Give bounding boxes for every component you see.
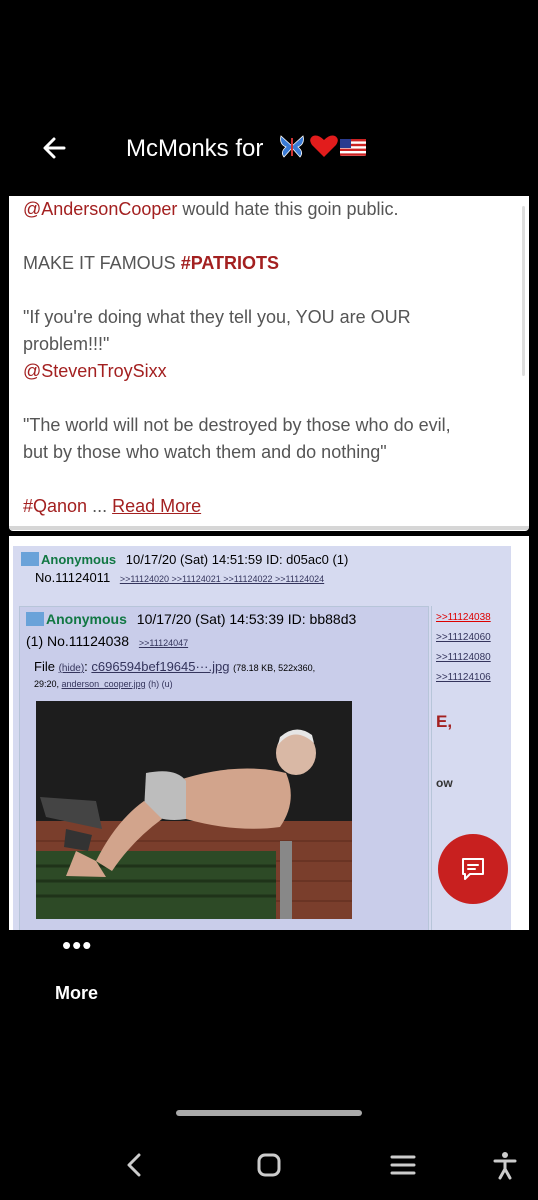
post-line-1: @AndersonCooper would hate this goin pub… [23,196,399,223]
side-text-1: E, [436,712,453,731]
nav-recents-button[interactable] [388,1150,418,1180]
more-button[interactable]: More [55,983,98,1004]
post-line-2-text: MAKE IT FAMOUS [23,253,181,273]
chevron-left-icon [127,1153,141,1177]
file-info: (78.18 KB, 522x360, [233,663,316,673]
post-1-replies: >>11124020 >>11124021 >>11124022 >>11124… [119,574,325,584]
app-header: McMonks for [0,118,538,178]
file-links: (h) (u) [148,679,173,689]
post-2-number: (1) No.11124038 [26,633,129,649]
side-text-2: ow [436,776,453,790]
scroll-indicator [522,206,525,376]
quote-comment-button[interactable] [438,834,508,904]
post-line-1-text: would hate this goin public. [177,199,399,219]
post-photo [36,701,352,919]
side-link-1: >>11124038 [436,612,491,623]
file-info-row-2: 29:20, anderson_cooper.jpg (h) (u) [34,679,173,689]
quote-2-line-2: but by those who watch them and do nothi… [23,442,387,462]
page-title: McMonks for [126,132,368,167]
post-1-number: No.11124011 [35,570,111,585]
quote-comment-icon [462,858,484,880]
file-hide-link: (hide) [58,663,85,674]
title-text: McMonks for [126,134,264,162]
post-2-meta: 10/17/20 (Sat) 14:53:39 ID: bb88d3 [136,611,357,627]
post-2-header: Anonymous 10/17/20 (Sat) 14:53:39 ID: bb… [26,611,356,627]
home-square-icon [257,1153,281,1177]
quote-2-line-1: "The world will not be destroyed by thos… [23,415,451,435]
play-icon [21,552,39,566]
arrow-left-icon [43,137,66,159]
file-info-2: 29:20, [34,679,60,689]
post-line-2: MAKE IT FAMOUS #PATRIOTS [23,250,279,277]
nav-accessibility-button[interactable] [490,1150,520,1180]
us-flag-icon [340,139,367,156]
quote-1-line-2: problem!!!" [23,334,110,354]
read-more-link[interactable]: Read More [112,496,201,516]
post-1-name: Anonymous [41,552,117,567]
side-link-2: >>11124060 [436,632,491,643]
menu-lines-icon [390,1155,416,1175]
system-nav-bar [0,1140,538,1190]
post-1-number-row: No.11124011 >>11124020 >>11124021 >>1112… [35,570,324,585]
post-2-number-row: (1) No.11124038 >>11124047 [26,633,188,649]
quote-1-line-1: "If you're doing what they tell you, YOU… [23,307,411,327]
accessibility-icon [493,1152,517,1180]
post-2: Anonymous 10/17/20 (Sat) 14:53:39 ID: bb… [19,606,429,930]
post-2-name: Anonymous [46,611,127,627]
post-2-reply: >>11124047 [138,638,189,648]
home-indicator[interactable] [176,1110,362,1116]
file-info-row: File (hide): c696594bef19645···.jpg (78.… [34,659,316,674]
nav-home-button[interactable] [254,1150,284,1180]
play-icon [26,612,44,626]
mention-andersoncooper[interactable]: @AndersonCooper [23,199,177,219]
post-footer: #Qanon ... Read More [23,493,201,520]
divider [9,526,529,530]
side-link-4: >>11124106 [436,672,491,683]
mention-steventroysixx[interactable]: @StevenTroySixx [23,358,167,385]
butterfly-icon [280,135,304,158]
board-screenshot: Anonymous 10/17/20 (Sat) 14:51:59 ID: d0… [13,546,511,930]
post-text-card: @AndersonCooper would hate this goin pub… [9,196,529,531]
ellipsis: ... [87,496,113,516]
hashtag-qanon[interactable]: #Qanon [23,496,87,516]
heart-icon [310,135,338,157]
post-1-meta: 10/17/20 (Sat) 14:51:59 ID: d05ac0 (1) [125,552,349,567]
post-1-header: Anonymous 10/17/20 (Sat) 14:51:59 ID: d0… [21,552,348,567]
more-dots-icon[interactable]: ••• [62,930,92,961]
title-emoji-group [278,132,368,167]
file-original-name: anderson_cooper.jpg [61,679,146,689]
back-button[interactable] [36,128,76,168]
hashtag-patriots[interactable]: #PATRIOTS [181,253,279,273]
file-name: c696594bef19645···.jpg [91,659,230,674]
nav-back-button[interactable] [120,1150,150,1180]
file-label: File [34,659,55,674]
side-link-3: >>11124080 [436,652,491,663]
